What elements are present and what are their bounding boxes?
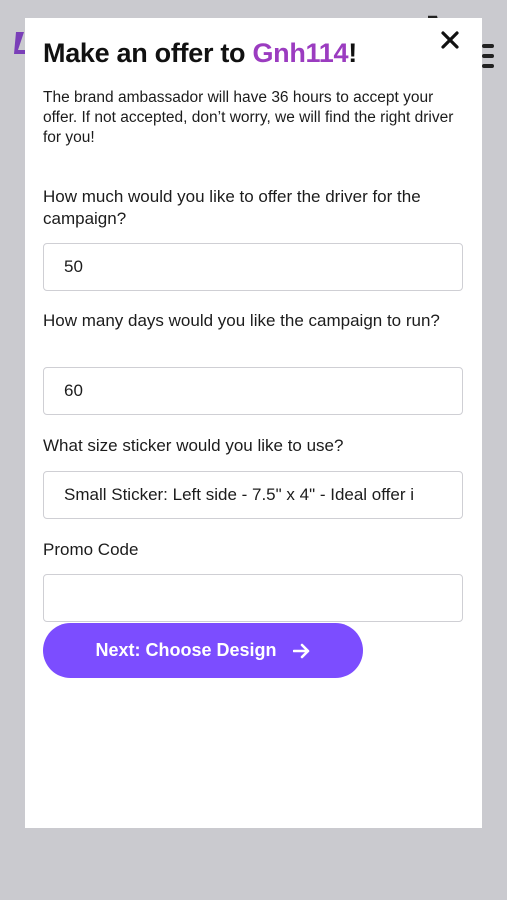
days-label: How many days would you like the campaig… [43, 311, 440, 330]
offer-modal: Make an offer to Gnh114! The brand ambas… [25, 18, 482, 828]
hamburger-menu-icon[interactable] [482, 44, 494, 70]
sticker-select[interactable]: Small Sticker: Left side - 7.5" x 4" - I… [43, 471, 463, 519]
promo-label: Promo Code [43, 540, 139, 559]
amount-label: How much would you like to offer the dri… [43, 187, 421, 228]
modal-title: Make an offer to Gnh114! [43, 36, 443, 70]
driver-name: Gnh114 [252, 38, 349, 68]
brand-logo: ​ [12, 30, 26, 60]
days-input[interactable] [43, 367, 463, 415]
amount-input[interactable] [43, 243, 463, 291]
title-suffix: ! [348, 38, 357, 68]
next-button-label: Next: Choose Design [95, 640, 277, 660]
title-prefix: Make an offer to [43, 38, 253, 68]
intro-text: The brand ambassador will have 36 hours … [43, 89, 454, 146]
promo-code-input[interactable] [43, 574, 463, 622]
sticker-label: What size sticker would you like to use? [43, 436, 344, 455]
arrow-right-icon [292, 643, 311, 659]
next-choose-design-button[interactable]: Next: Choose Design [43, 623, 363, 678]
